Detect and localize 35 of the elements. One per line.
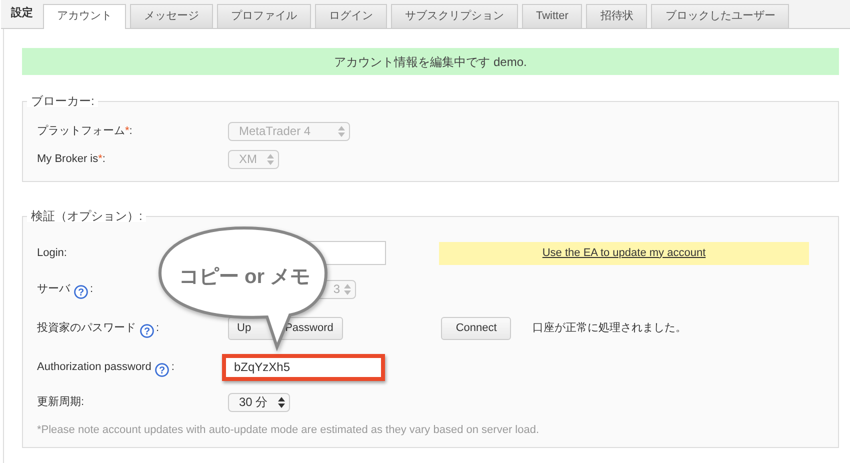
section-legend: ブローカー: (27, 95, 98, 107)
status-text: 口座が正常に処理されました。 (532, 320, 686, 336)
note-text: *Please note account updates with auto-update mode are estimated as they vary based on server load. (37, 423, 540, 438)
connect-button[interactable]: Connect (441, 316, 512, 340)
select-dropdown[interactable]: 30 分 (228, 392, 290, 412)
settings-label: 設定 (10, 6, 34, 20)
colon-label: : (90, 282, 94, 294)
tab[interactable]: プロファイル (217, 4, 311, 28)
tab[interactable]: サブスクリプション (391, 4, 518, 28)
field-label: Login: (37, 246, 68, 261)
colon-label: : (156, 322, 160, 334)
field-label: My Broker is*: (37, 152, 106, 167)
help-icon[interactable]: ? (140, 322, 154, 336)
ea-link[interactable]: Use the EA to update my account (439, 242, 809, 264)
help-icon[interactable]: ? (155, 362, 170, 376)
field-label: プラットフォーム*: (37, 124, 134, 139)
callout-text: コピー or メモ (179, 265, 310, 290)
spinner-icon (344, 284, 351, 294)
spinner-icon (278, 396, 285, 408)
spinner-icon (338, 126, 345, 136)
section-legend: 検証（オプション）: (27, 210, 146, 222)
tab[interactable]: 招待状 (586, 4, 648, 28)
colon-label: : (171, 360, 174, 372)
field-label: Authorization password (37, 360, 152, 372)
status-banner: アカウント情報を編集中です demo. (22, 48, 839, 75)
tab[interactable]: ログイン (315, 4, 387, 28)
tab[interactable]: メッセージ (130, 4, 213, 28)
tab[interactable]: ブロックしたユーザー (651, 4, 790, 28)
field-label: 投資家のパスワード (37, 322, 136, 334)
password-field[interactable]: bZqYzXh5 (222, 354, 385, 380)
tab[interactable]: Twitter (522, 4, 582, 28)
field-label: 更新周期: (37, 394, 86, 410)
spinner-icon (267, 154, 274, 164)
tab[interactable]: アカウント (43, 4, 126, 29)
field-label: サーバ (37, 282, 70, 294)
